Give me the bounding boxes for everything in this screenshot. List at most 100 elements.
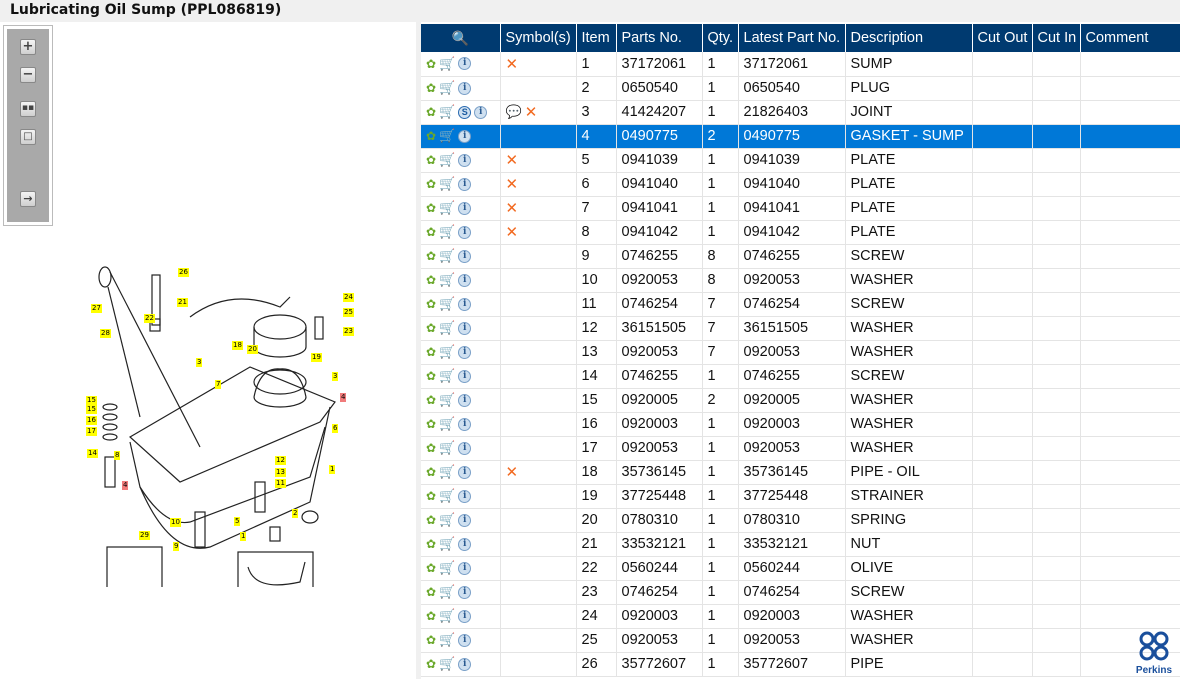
cart-icon[interactable]: 🛒 — [439, 56, 455, 72]
gear-icon[interactable]: ✿ — [426, 561, 436, 575]
diagram-callout[interactable]: 8 — [114, 451, 121, 460]
diagram-callout[interactable]: 23 — [343, 327, 354, 336]
table-row[interactable]: ✿ 🛒 i 4 0490775 2 0490775 GASKET - SUMP — [421, 124, 1180, 149]
gear-icon[interactable]: ✿ — [426, 153, 436, 167]
cart-icon[interactable]: 🛒 — [439, 416, 455, 432]
cart-icon[interactable]: 🛒 — [439, 392, 455, 408]
table-row[interactable]: ✿ 🛒 i 9 0746255 8 0746255 SCREW — [421, 244, 1180, 269]
diagram-callout[interactable]: 15 — [86, 396, 97, 405]
info-icon[interactable]: i — [458, 489, 472, 503]
column-header[interactable]: Description — [845, 24, 973, 52]
info-icon[interactable]: i — [458, 441, 472, 455]
diagram-callout[interactable]: 2 — [292, 509, 299, 518]
column-header[interactable]: Cut In — [1032, 24, 1081, 52]
gear-icon[interactable]: ✿ — [426, 441, 436, 455]
diagram-callout[interactable]: 22 — [144, 314, 155, 323]
table-row[interactable]: ✿ 🛒 i ✕ 8 0941042 1 0941042 PLATE — [421, 220, 1180, 245]
column-header[interactable]: Symbol(s) — [500, 24, 577, 52]
gear-icon[interactable]: ✿ — [426, 633, 436, 647]
cart-icon[interactable]: 🛒 — [439, 272, 455, 288]
gear-icon[interactable]: ✿ — [426, 177, 436, 191]
table-row[interactable]: ✿ 🛒 i 21 33532121 1 33532121 NUT — [421, 532, 1180, 557]
diagram-callout[interactable]: 4 — [340, 393, 347, 402]
zoom-in-button[interactable]: + — [20, 39, 36, 55]
cart-icon[interactable]: 🛒 — [439, 464, 455, 480]
gear-icon[interactable]: ✿ — [426, 225, 436, 239]
diagram-callout[interactable]: 7 — [215, 380, 222, 389]
diagram-callout[interactable]: 27 — [91, 304, 102, 313]
info-icon[interactable]: i — [458, 537, 472, 551]
table-row[interactable]: ✿ 🛒 i 10 0920053 8 0920053 WASHER — [421, 268, 1180, 293]
diagram-callout[interactable]: 16 — [86, 416, 97, 425]
diagram-callout[interactable]: 15 — [86, 405, 97, 414]
cart-icon[interactable]: 🛒 — [439, 440, 455, 456]
table-row[interactable]: ✿ 🛒 i ✕ 18 35736145 1 35736145 PIPE - OIL — [421, 460, 1180, 485]
table-row[interactable]: ✿ 🛒 i ✕ 7 0941041 1 0941041 PLATE — [421, 196, 1180, 221]
diagram-callout[interactable]: 29 — [139, 531, 150, 540]
gear-icon[interactable]: ✿ — [426, 249, 436, 263]
info-icon[interactable]: i — [458, 513, 472, 527]
cart-icon[interactable]: 🛒 — [439, 152, 455, 168]
diagram-callout[interactable]: 20 — [247, 345, 258, 354]
diagram-callout[interactable]: 24 — [343, 293, 354, 302]
gear-icon[interactable]: ✿ — [426, 609, 436, 623]
diagram-callout[interactable]: 19 — [311, 353, 322, 362]
cart-icon[interactable]: 🛒 — [439, 104, 455, 120]
gear-icon[interactable]: ✿ — [426, 57, 436, 71]
diagram-callout[interactable]: 6 — [332, 424, 339, 433]
cart-icon[interactable]: 🛒 — [439, 320, 455, 336]
table-row[interactable]: ✿ 🛒 i 22 0560244 1 0560244 OLIVE — [421, 556, 1180, 581]
gear-icon[interactable]: ✿ — [426, 297, 436, 311]
cart-icon[interactable]: 🛒 — [439, 512, 455, 528]
cart-icon[interactable]: 🛒 — [439, 536, 455, 552]
info-icon[interactable]: i — [458, 345, 472, 359]
info-icon[interactable]: i — [458, 609, 472, 623]
note-icon[interactable]: 💬 — [506, 104, 522, 120]
cart-icon[interactable]: 🛒 — [439, 584, 455, 600]
diagram-callout[interactable]: 1 — [329, 465, 336, 474]
table-row[interactable]: ✿ 🛒 i 15 0920005 2 0920005 WASHER — [421, 388, 1180, 413]
cart-icon[interactable]: 🛒 — [439, 224, 455, 240]
column-header[interactable]: Latest Part No. — [738, 24, 846, 52]
diagram-callout[interactable]: 10 — [170, 518, 181, 527]
gear-icon[interactable]: ✿ — [426, 321, 436, 335]
table-row[interactable]: ✿ 🛒 i 23 0746254 1 0746254 SCREW — [421, 580, 1180, 605]
column-header[interactable]: Item — [576, 24, 617, 52]
table-row[interactable]: ✿ 🛒 i 25 0920053 1 0920053 WASHER — [421, 628, 1180, 653]
diagram-callout[interactable]: 17 — [86, 427, 97, 436]
cart-icon[interactable]: 🛒 — [439, 80, 455, 96]
diagram-callout[interactable]: 12 — [275, 456, 286, 465]
cart-icon[interactable]: 🛒 — [439, 632, 455, 648]
cart-icon[interactable]: 🛒 — [439, 128, 455, 144]
table-row[interactable]: ✿ 🛒 i 12 36151505 7 36151505 WASHER — [421, 316, 1180, 341]
table-row[interactable]: ✿ 🛒 i 14 0746255 1 0746255 SCREW — [421, 364, 1180, 389]
info-icon[interactable]: i — [458, 585, 472, 599]
gear-icon[interactable]: ✿ — [426, 513, 436, 527]
cart-icon[interactable]: 🛒 — [439, 296, 455, 312]
column-header[interactable]: Qty. — [702, 24, 739, 52]
info-icon[interactable]: i — [458, 657, 472, 671]
diagram-callout[interactable]: 21 — [177, 298, 188, 307]
table-row[interactable]: ✿ 🛒 i 19 37725448 1 37725448 STRAINER — [421, 484, 1180, 509]
column-search-icon[interactable]: 🔍 — [421, 24, 501, 52]
info-icon[interactable]: i — [458, 561, 472, 575]
table-row[interactable]: ✿ 🛒 i ✕ 6 0941040 1 0941040 PLATE — [421, 172, 1180, 197]
info-icon[interactable]: i — [458, 249, 472, 263]
fit-all-button[interactable]: ▪▪ — [20, 101, 36, 117]
info-icon[interactable]: i — [458, 465, 472, 479]
diagram-callout[interactable]: 11 — [275, 479, 286, 488]
info-icon[interactable]: i — [458, 633, 472, 647]
column-header[interactable]: Parts No. — [616, 24, 703, 52]
gear-icon[interactable]: ✿ — [426, 369, 436, 383]
info-icon[interactable]: i — [458, 369, 472, 383]
gear-icon[interactable]: ✿ — [426, 465, 436, 479]
diagram-callout[interactable]: 18 — [232, 341, 243, 350]
diagram-callout[interactable]: 13 — [275, 468, 286, 477]
info-icon[interactable]: i — [458, 225, 472, 239]
info-icon[interactable]: i — [474, 105, 488, 119]
info-icon[interactable]: i — [458, 201, 472, 215]
cart-icon[interactable]: 🛒 — [439, 656, 455, 672]
zoom-out-button[interactable]: − — [20, 67, 36, 83]
info-icon[interactable]: i — [458, 177, 472, 191]
s-badge-icon[interactable]: S — [458, 105, 472, 119]
